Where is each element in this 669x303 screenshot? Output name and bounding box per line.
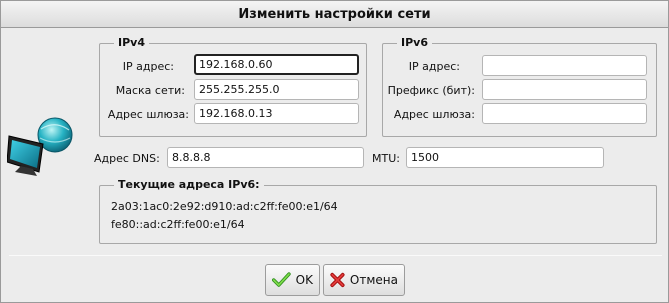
ipv6-gateway-input[interactable]: [482, 103, 647, 124]
ipv4-gateway-input[interactable]: 192.168.0.13: [194, 103, 359, 124]
ipv4-mask-label: Маска сети:: [115, 84, 185, 97]
ipv4-ip-label: IP адрес:: [122, 60, 174, 73]
ipv6-gateway-label: Адрес шлюза:: [393, 108, 475, 121]
button-separator: [9, 255, 662, 256]
ipv4-mask-input[interactable]: 255.255.255.0: [194, 79, 359, 100]
ok-label: OK: [295, 273, 313, 287]
ipv6-prefix-label: Префикс (бит):: [387, 84, 475, 97]
ipv4-gateway-label: Адрес шлюза:: [107, 108, 189, 121]
network-monitor-globe-icon: [6, 116, 77, 178]
window-titlebar: Изменить настройки сети: [0, 0, 669, 28]
dns-label: Адрес DNS:: [94, 152, 160, 165]
current-ipv6-address: 2a03:1ac0:2e92:d910:ad:c2ff:fe00:e1/64: [111, 200, 338, 213]
current-ipv6-group: Текущие адреса IPv6:: [99, 178, 657, 244]
mtu-input[interactable]: 1500: [406, 147, 604, 168]
dns-input[interactable]: 8.8.8.8: [167, 147, 364, 168]
ipv6-group-title: IPv6: [397, 36, 432, 49]
current-ipv6-address: fe80::ad:c2ff:fe00:e1/64: [111, 218, 245, 231]
ipv6-prefix-input[interactable]: [482, 79, 647, 100]
ipv4-group-title: IPv4: [114, 36, 149, 49]
ipv6-ip-label: IP адрес:: [408, 60, 460, 73]
cancel-button[interactable]: Отмена: [323, 264, 405, 296]
cancel-label: Отмена: [349, 273, 398, 287]
window-title: Изменить настройки сети: [238, 6, 431, 22]
checkmark-icon: [272, 272, 291, 287]
dialog-body: IPv4 IP адрес: 192.168.0.60 Маска сети: …: [0, 28, 669, 303]
current-ipv6-title: Текущие адреса IPv6:: [114, 178, 264, 191]
mtu-label: MTU:: [372, 152, 400, 165]
ok-button[interactable]: OK: [265, 264, 320, 296]
red-x-icon: [330, 272, 345, 288]
ipv4-ip-input[interactable]: 192.168.0.60: [194, 54, 359, 75]
ipv6-ip-input[interactable]: [482, 55, 647, 76]
